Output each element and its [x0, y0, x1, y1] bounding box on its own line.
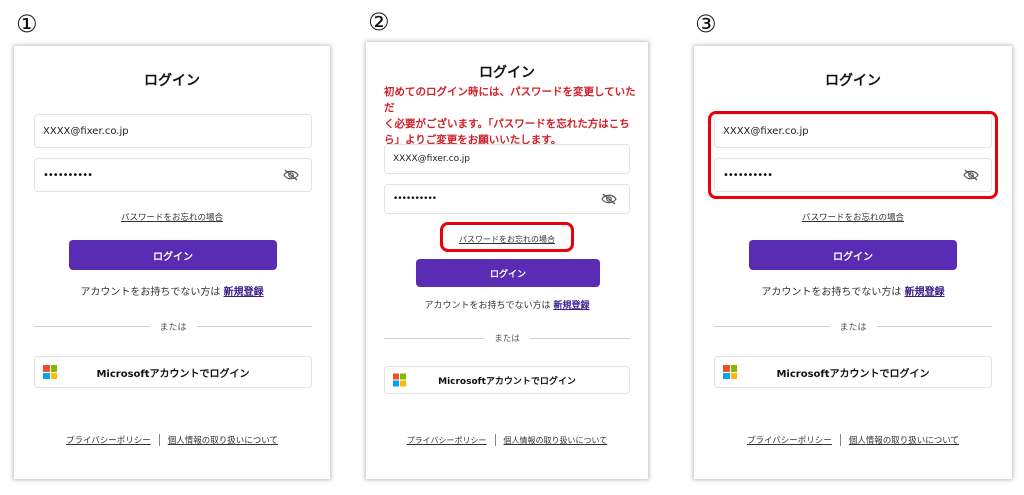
or-divider: または	[384, 332, 631, 344]
microsoft-logo-icon	[393, 373, 406, 387]
login-button[interactable]: ログイン	[416, 259, 600, 287]
step-number-1: ①	[16, 10, 38, 38]
no-account-text: アカウントをお持ちでない方は	[761, 287, 902, 298]
first-login-notice: 初めてのログイン時には、パスワードを変更していただ く必要がございます。「パスワ…	[384, 86, 636, 146]
divider-text: または	[839, 323, 867, 333]
signup-link[interactable]: 新規登録	[553, 301, 589, 311]
signup-row: アカウントをお持ちでない方は 新規登録	[366, 298, 648, 311]
footer-links: プライバシーポリシー 個人情報の取り扱いについて	[366, 434, 648, 446]
microsoft-logo-icon	[43, 365, 57, 379]
login-button[interactable]: ログイン	[749, 240, 957, 270]
login-card-1: ログイン XXXX@fixer.co.jp •••••••••• パスワードをお…	[14, 46, 330, 479]
highlight-forgot-password	[440, 222, 574, 252]
password-field[interactable]: ••••••••••	[384, 184, 630, 214]
login-title: ログイン	[825, 73, 881, 89]
personal-info-link[interactable]: 個人情報の取り扱いについて	[849, 434, 959, 446]
password-field[interactable]: ••••••••••	[34, 158, 312, 192]
microsoft-login-button[interactable]: Microsoftアカウントでログイン	[384, 366, 630, 394]
email-value: XXXX@fixer.co.jp	[393, 154, 471, 164]
privacy-policy-link[interactable]: プライバシーポリシー	[747, 434, 832, 446]
divider-text: または	[494, 334, 520, 344]
password-value: ••••••••••	[43, 169, 93, 181]
microsoft-login-label: Microsoftアカウントでログイン	[776, 368, 930, 380]
login-card-3: ログイン XXXX@fixer.co.jp •••••••••• パスワードをお…	[694, 46, 1012, 479]
personal-info-link[interactable]: 個人情報の取り扱いについて	[168, 434, 278, 446]
microsoft-login-label: Microsoftアカウントでログイン	[438, 376, 576, 387]
password-value: ••••••••••	[393, 194, 437, 204]
step-number-2: ②	[368, 8, 390, 36]
personal-info-link[interactable]: 個人情報の取り扱いについて	[504, 435, 608, 446]
eye-off-icon[interactable]	[601, 193, 617, 205]
microsoft-login-label: Microsoftアカウントでログイン	[96, 368, 250, 380]
login-button[interactable]: ログイン	[69, 240, 277, 270]
or-divider: または	[714, 320, 993, 333]
email-field[interactable]: XXXX@fixer.co.jp	[384, 144, 630, 174]
email-value: XXXX@fixer.co.jp	[43, 125, 129, 137]
login-title: ログイン	[479, 65, 535, 81]
forgot-password-link[interactable]: パスワードをお忘れの場合	[694, 211, 1012, 223]
divider-text: または	[159, 323, 187, 333]
footer-links: プライバシーポリシー 個人情報の取り扱いについて	[14, 434, 330, 446]
signup-row: アカウントをお持ちでない方は 新規登録	[694, 283, 1012, 298]
email-field[interactable]: XXXX@fixer.co.jp	[34, 114, 312, 148]
or-divider: または	[34, 320, 313, 333]
no-account-text: アカウントをお持ちでない方は	[80, 287, 221, 298]
login-card-2: ログイン 初めてのログイン時には、パスワードを変更していただ く必要がございます…	[366, 42, 648, 479]
microsoft-login-button[interactable]: Microsoftアカウントでログイン	[34, 356, 312, 388]
microsoft-login-button[interactable]: Microsoftアカウントでログイン	[714, 356, 992, 388]
microsoft-logo-icon	[723, 365, 737, 379]
step-number-3: ③	[695, 10, 717, 38]
privacy-policy-link[interactable]: プライバシーポリシー	[407, 435, 487, 446]
no-account-text: アカウントをお持ちでない方は	[424, 301, 551, 311]
privacy-policy-link[interactable]: プライバシーポリシー	[66, 434, 151, 446]
highlight-credentials	[708, 111, 998, 199]
signup-row: アカウントをお持ちでない方は 新規登録	[14, 283, 330, 298]
signup-link[interactable]: 新規登録	[224, 287, 264, 298]
eye-off-icon[interactable]	[283, 169, 299, 181]
login-title: ログイン	[144, 73, 200, 89]
forgot-password-link[interactable]: パスワードをお忘れの場合	[14, 211, 330, 223]
signup-link[interactable]: 新規登録	[905, 287, 945, 298]
footer-links: プライバシーポリシー 個人情報の取り扱いについて	[694, 434, 1012, 446]
